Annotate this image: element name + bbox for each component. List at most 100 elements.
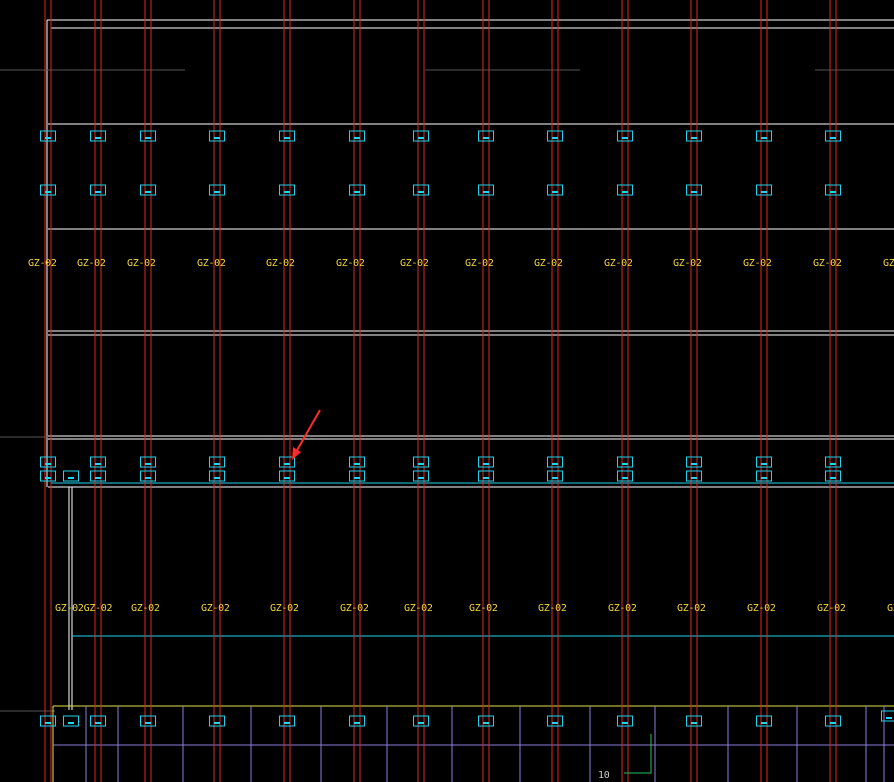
column-marker-tick <box>354 137 360 139</box>
column-marker <box>209 456 225 468</box>
column-marker-tick <box>45 477 51 479</box>
column-label: GZ-02 <box>270 603 299 614</box>
column-marker-tick <box>483 463 489 465</box>
column-marker <box>90 130 106 142</box>
column-marker-box <box>63 715 79 727</box>
column-label: GZ-02 <box>201 603 230 614</box>
footing-grid <box>52 705 894 782</box>
column-marker <box>547 715 563 727</box>
column-marker <box>547 470 563 482</box>
column-line <box>44 0 52 782</box>
column-marker-tick <box>214 191 220 193</box>
column-marker-box <box>349 184 365 196</box>
column-marker <box>686 715 702 727</box>
column-marker-tick <box>622 722 628 724</box>
column-marker-tick <box>284 477 290 479</box>
column-marker-box <box>825 130 841 142</box>
column-marker-box <box>140 470 156 482</box>
column-marker-tick <box>145 137 151 139</box>
column-marker-box <box>140 456 156 468</box>
column-marker <box>478 184 494 196</box>
column-marker-tick <box>691 722 697 724</box>
column-marker-box <box>881 710 894 722</box>
column-marker-box <box>349 470 365 482</box>
column-marker-box <box>478 184 494 196</box>
column-marker <box>686 470 702 482</box>
column-marker <box>547 130 563 142</box>
column-label: GZ-02 <box>400 258 429 269</box>
column-marker <box>756 470 772 482</box>
column-marker-tick <box>145 722 151 724</box>
column-marker <box>413 470 429 482</box>
column-marker-box <box>90 184 106 196</box>
column-marker <box>349 715 365 727</box>
column-marker-tick <box>95 477 101 479</box>
column-marker <box>756 715 772 727</box>
column-marker <box>478 470 494 482</box>
column-marker-box <box>547 456 563 468</box>
column-marker-tick <box>483 477 489 479</box>
column-marker-tick <box>622 191 628 193</box>
column-label: GZ-02 <box>266 258 295 269</box>
column-marker-box <box>686 184 702 196</box>
column-marker-tick <box>95 191 101 193</box>
column-marker-box <box>617 456 633 468</box>
column-marker <box>617 470 633 482</box>
column-marker-tick <box>761 463 767 465</box>
column-marker-tick <box>354 722 360 724</box>
column-label: GZ-02 <box>817 603 846 614</box>
column-line <box>760 0 768 782</box>
column-marker <box>349 184 365 196</box>
column-label: GZ-02 <box>538 603 567 614</box>
column-marker-tick <box>691 191 697 193</box>
column-marker-box <box>413 130 429 142</box>
column-marker <box>90 715 106 727</box>
column-marker <box>617 130 633 142</box>
column-marker <box>209 130 225 142</box>
column-marker <box>140 184 156 196</box>
column-marker-tick <box>214 463 220 465</box>
column-marker-box <box>825 715 841 727</box>
column-marker <box>686 130 702 142</box>
column-marker-tick <box>214 137 220 139</box>
column-marker <box>617 456 633 468</box>
column-label: GZ-02 <box>197 258 226 269</box>
column-marker-box <box>413 470 429 482</box>
column-marker <box>413 715 429 727</box>
column-line <box>690 0 698 782</box>
column-line <box>283 0 291 782</box>
column-marker <box>478 130 494 142</box>
column-marker-tick <box>145 191 151 193</box>
column-marker-box <box>686 715 702 727</box>
column-marker <box>63 470 79 482</box>
cad-drawing-canvas[interactable]: GZ-02 GZ-02 GZ-02 GZ-02 GZ-02 GZ-02 GZ-02 GZ-02… <box>0 0 894 782</box>
column-marker-tick <box>552 137 558 139</box>
column-marker-tick <box>354 463 360 465</box>
column-marker-box <box>90 715 106 727</box>
column-marker <box>756 130 772 142</box>
column-marker-tick <box>552 477 558 479</box>
column-marker <box>209 184 225 196</box>
column-marker-box <box>686 456 702 468</box>
column-marker <box>90 184 106 196</box>
column-marker-box <box>825 184 841 196</box>
column-marker-box <box>478 130 494 142</box>
column-marker-tick <box>95 722 101 724</box>
column-marker <box>279 470 295 482</box>
column-marker-tick <box>354 477 360 479</box>
column-marker-tick <box>68 477 74 479</box>
column-marker-tick <box>622 477 628 479</box>
column-marker <box>825 130 841 142</box>
axis-number-label: 10 <box>598 770 610 781</box>
column-marker <box>140 715 156 727</box>
column-marker-tick <box>418 137 424 139</box>
column-marker-tick <box>761 137 767 139</box>
column-label: GZ-02 <box>677 603 706 614</box>
column-label: GZ-02 <box>743 258 772 269</box>
column-marker <box>756 184 772 196</box>
column-marker-box <box>756 184 772 196</box>
column-marker-tick <box>691 477 697 479</box>
column-marker <box>413 130 429 142</box>
column-marker-box <box>140 130 156 142</box>
column-label: GZ-02GZ-02 <box>55 603 112 614</box>
